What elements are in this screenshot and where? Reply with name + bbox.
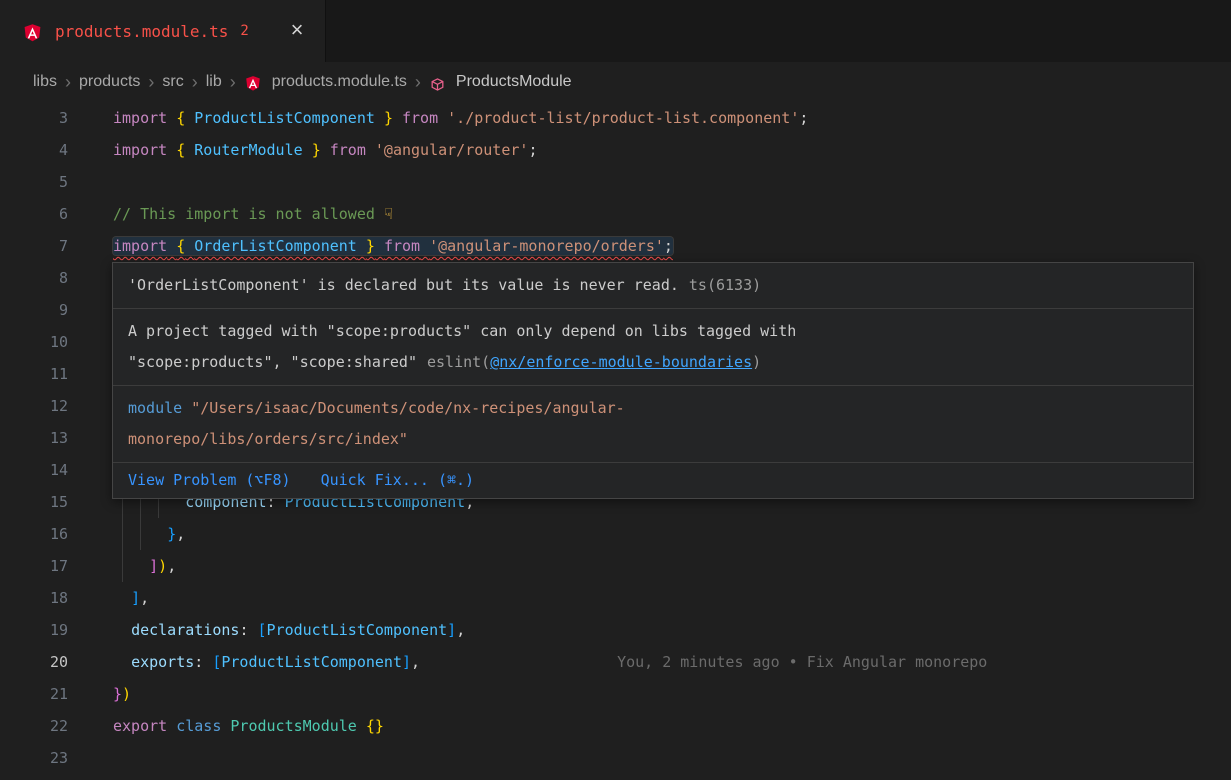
chevron-right-icon: ›	[148, 74, 154, 90]
eslint-message-line2: "scope:products", "scope:shared" eslint(@…	[128, 347, 1178, 378]
inline-blame: You, 2 minutes ago • Fix Angular monorep…	[617, 653, 987, 671]
code-line-content: export class ProductsModule {}	[113, 710, 1231, 742]
code-line[interactable]: 7 import { OrderListComponent } from '@an…	[0, 230, 1231, 262]
eslint-rule-link[interactable]: @nx/enforce-module-boundaries	[490, 353, 752, 371]
breadcrumb-item-symbol[interactable]: ProductsModule	[456, 73, 572, 91]
angular-icon	[22, 23, 43, 44]
eslint-source-suffix: )	[752, 353, 761, 371]
line-number: 3	[0, 102, 68, 134]
breadcrumb-item-lib[interactable]: lib	[206, 73, 222, 91]
module-keyword: module	[128, 399, 182, 417]
code-line-content: })	[113, 678, 1231, 710]
chevron-right-icon: ›	[192, 74, 198, 90]
chevron-right-icon: ›	[230, 74, 236, 90]
tab-problems-badge: 2	[240, 23, 248, 39]
breadcrumb-item-libs[interactable]: libs	[33, 73, 57, 91]
chevron-right-icon: ›	[415, 74, 421, 90]
ts-error-code: ts(6133)	[689, 276, 761, 294]
hover-module-info: module "/Users/isaac/Documents/code/nx-r…	[113, 385, 1193, 462]
module-path-line1: "/Users/isaac/Documents/code/nx-recipes/…	[182, 399, 625, 417]
editor-tab[interactable]: products.module.ts 2 ×	[0, 0, 326, 62]
code-line[interactable]: 6 // This import is not allowed ☟	[0, 198, 1231, 230]
hover-actions: View Problem (⌥F8) Quick Fix... (⌘.)	[113, 462, 1193, 498]
code-line-content: declarations: [ProductListComponent],	[113, 614, 1231, 646]
code-line-content: ],	[113, 582, 1231, 614]
code-line[interactable]: 17 ]),	[0, 550, 1231, 582]
breadcrumb-item-file[interactable]: products.module.ts	[272, 73, 407, 91]
line-number: 10	[0, 326, 68, 358]
code-line-content: import { RouterModule } from '@angular/r…	[113, 134, 1231, 166]
line-number: 22	[0, 710, 68, 742]
tab-close-icon[interactable]: ×	[285, 19, 309, 43]
line-number: 16	[0, 518, 68, 550]
code-line[interactable]: 16 },	[0, 518, 1231, 550]
tab-bar: products.module.ts 2 ×	[0, 0, 1231, 62]
angular-icon	[244, 75, 262, 93]
line-number: 19	[0, 614, 68, 646]
hover-popup: 'OrderListComponent' is declared but its…	[112, 262, 1194, 499]
line-number: 15	[0, 486, 68, 518]
line-number: 21	[0, 678, 68, 710]
line-number: 4	[0, 134, 68, 166]
line-number: 23	[0, 742, 68, 774]
code-line[interactable]: 21})	[0, 678, 1231, 710]
line-number: 14	[0, 454, 68, 486]
code-line-content: },	[113, 518, 1231, 550]
line-number: 7	[0, 230, 68, 262]
code-line-content: ]),	[113, 550, 1231, 582]
code-line[interactable]: 3 import { ProductListComponent } from '.…	[0, 102, 1231, 134]
hover-eslint-diagnostic: A project tagged with "scope:products" c…	[113, 308, 1193, 385]
code-line[interactable]: 20 exports: [ProductListComponent],You, …	[0, 646, 1231, 678]
code-line[interactable]: 5	[0, 166, 1231, 198]
code-line[interactable]: 23	[0, 742, 1231, 774]
breadcrumb-item-src[interactable]: src	[162, 73, 183, 91]
line-number: 20	[0, 646, 68, 678]
line-number: 13	[0, 422, 68, 454]
line-number: 8	[0, 262, 68, 294]
eslint-message-line1: A project tagged with "scope:products" c…	[128, 316, 1178, 347]
view-problem-action[interactable]: View Problem (⌥F8)	[128, 465, 291, 496]
tab-title: products.module.ts	[55, 22, 228, 41]
ts-error-message: 'OrderListComponent' is declared but its…	[128, 276, 679, 294]
eslint-source-prefix: eslint(	[427, 353, 490, 371]
code-line-content: // This import is not allowed ☟	[113, 198, 1231, 230]
error-statement-highlight[interactable]: import { OrderListComponent } from '@ang…	[113, 237, 673, 255]
line-number: 12	[0, 390, 68, 422]
code-line[interactable]: 22 export class ProductsModule {}	[0, 710, 1231, 742]
line-number: 5	[0, 166, 68, 198]
module-path-line2: monorepo/libs/orders/src/index"	[128, 430, 408, 448]
indent-guide	[122, 550, 123, 582]
chevron-right-icon: ›	[65, 74, 71, 90]
line-number: 6	[0, 198, 68, 230]
eslint-message-scopes: "scope:products", "scope:shared"	[128, 353, 417, 371]
quick-fix-action[interactable]: Quick Fix... (⌘.)	[321, 465, 475, 496]
line-number: 9	[0, 294, 68, 326]
breadcrumb: libs › products › src › lib › products.m…	[0, 62, 1231, 102]
symbol-module-icon	[429, 76, 446, 93]
line-number: 17	[0, 550, 68, 582]
indent-guide	[122, 518, 123, 550]
hover-ts-diagnostic: 'OrderListComponent' is declared but its…	[113, 263, 1193, 308]
code-line[interactable]: 4 import { RouterModule } from '@angular/…	[0, 134, 1231, 166]
indent-guide	[140, 518, 141, 550]
code-line[interactable]: 18 ],	[0, 582, 1231, 614]
code-line-content: import { OrderListComponent } from '@ang…	[113, 230, 1231, 262]
breadcrumb-item-products[interactable]: products	[79, 73, 140, 91]
code-line-content: exports: [ProductListComponent],You, 2 m…	[113, 646, 1231, 678]
line-number: 18	[0, 582, 68, 614]
code-line[interactable]: 19 declarations: [ProductListComponent],	[0, 614, 1231, 646]
code-line-content: import { ProductListComponent } from './…	[113, 102, 1231, 134]
line-number: 11	[0, 358, 68, 390]
